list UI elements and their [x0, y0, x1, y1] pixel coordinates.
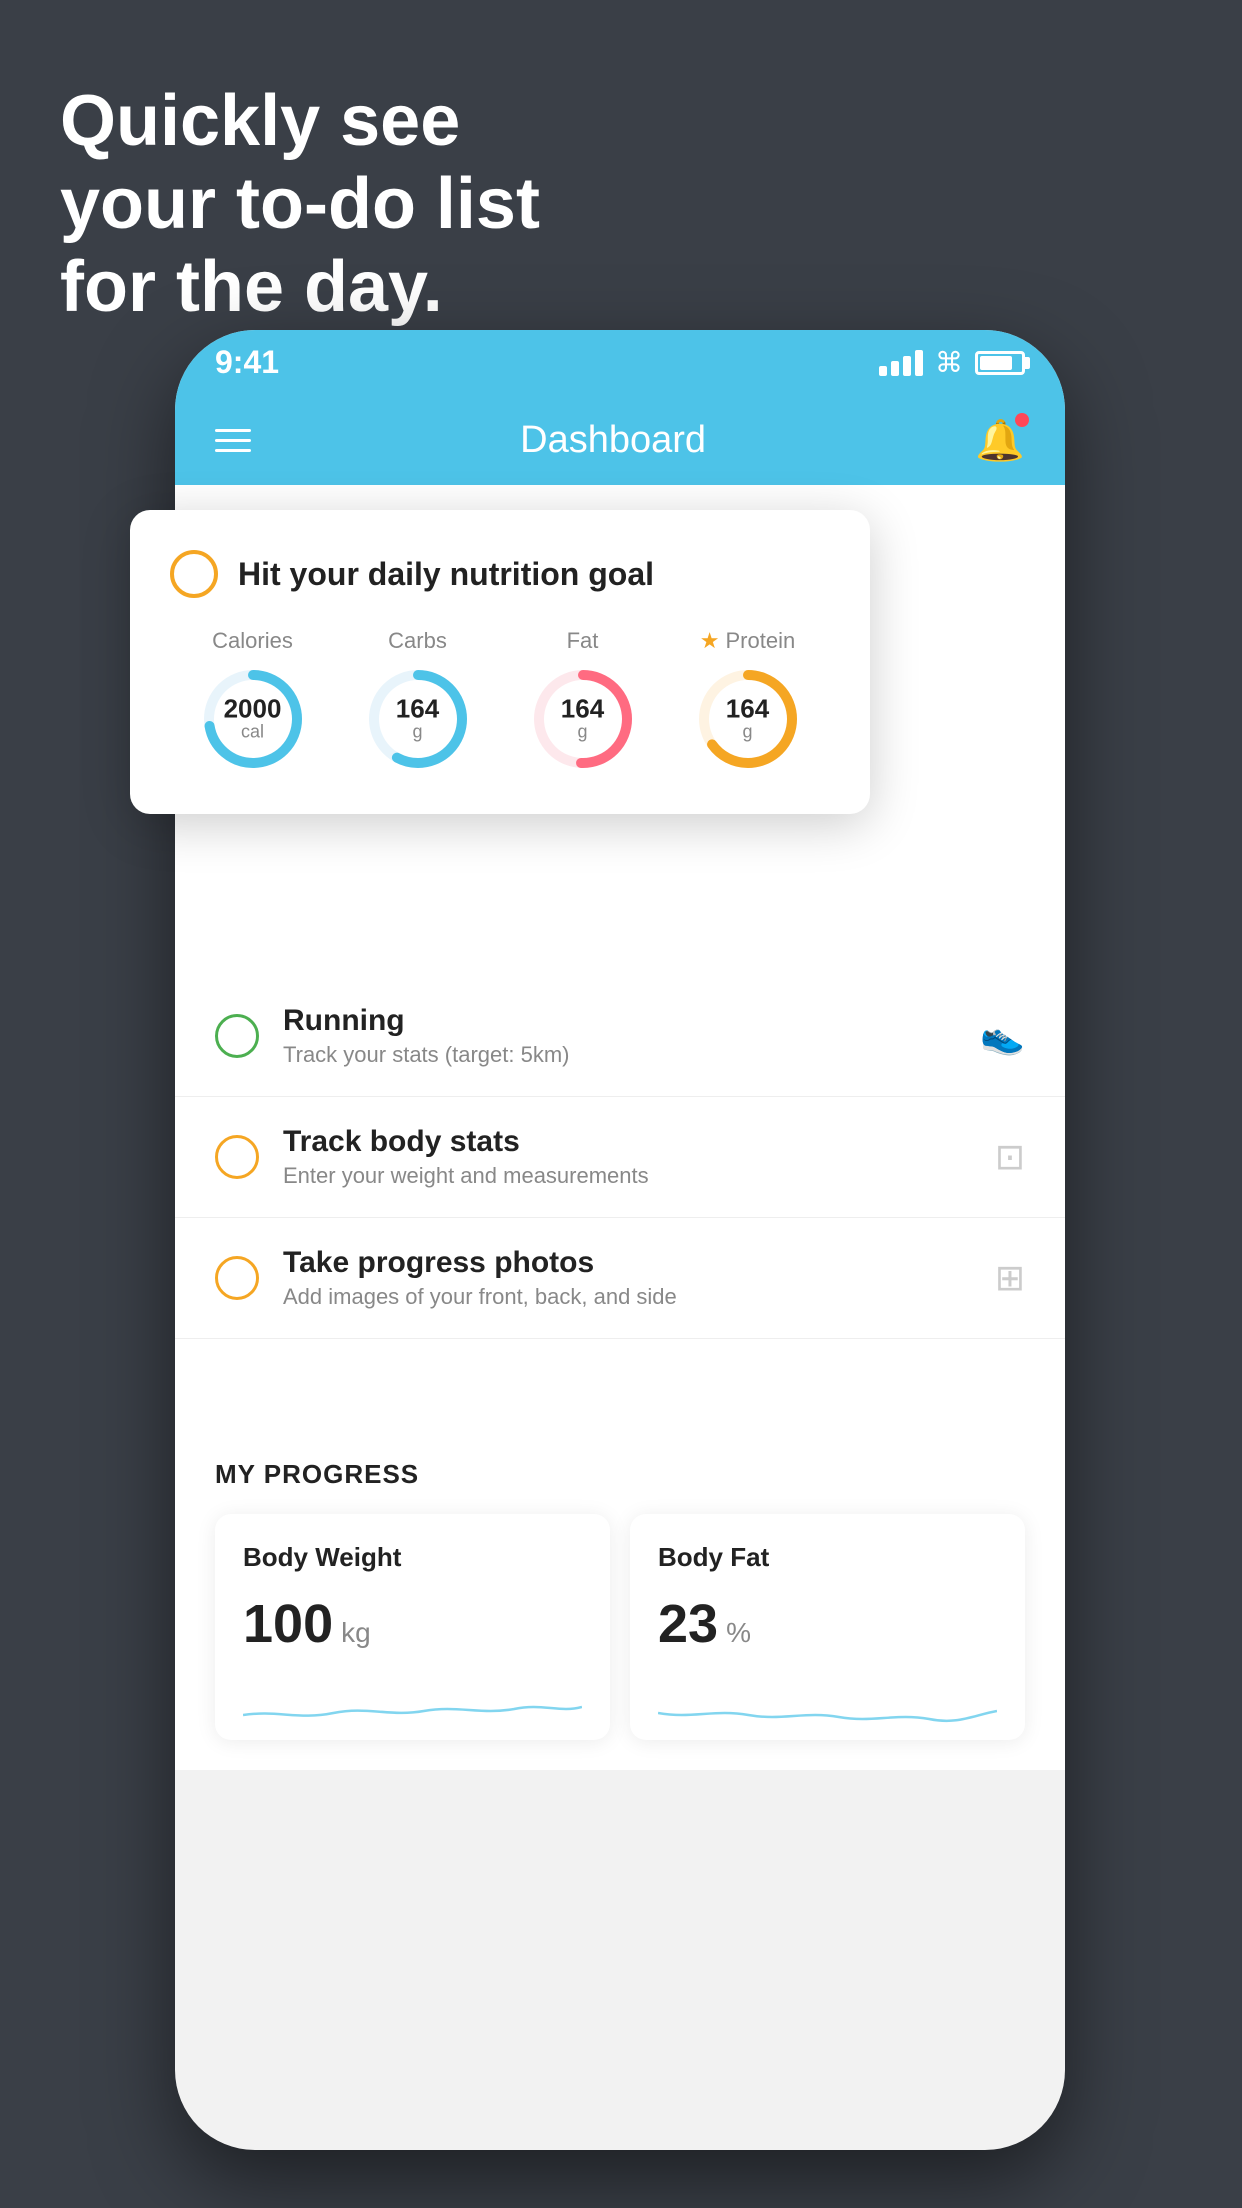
progress-section: MY PROGRESS Body Weight 100 kg Body Fat [175, 1419, 1065, 1770]
wave-chart-fat [658, 1675, 997, 1735]
nutrition-fat-label: Fat [567, 628, 599, 654]
notification-badge [1015, 413, 1029, 427]
donut-protein-value: 164 [726, 696, 769, 722]
donut-fat-unit: g [561, 722, 604, 743]
notification-button[interactable]: 🔔 [975, 417, 1025, 464]
todo-sub-photos: Add images of your front, back, and side [283, 1284, 971, 1310]
scale-icon: ⊡ [995, 1136, 1025, 1178]
progress-unit-fat: % [726, 1617, 751, 1649]
progress-cards: Body Weight 100 kg Body Fat 23 % [215, 1514, 1025, 1740]
donut-carbs-unit: g [396, 722, 439, 743]
donut-protein: 164 g [693, 664, 803, 774]
todo-circle-photos [215, 1256, 259, 1300]
nutrition-protein: ★ Protein 164 g [693, 628, 803, 774]
todo-item-running[interactable]: Running Track your stats (target: 5km) 👟 [175, 976, 1065, 1097]
todo-circle-running [215, 1014, 259, 1058]
nutrition-card: Hit your daily nutrition goal Calories 2… [130, 510, 870, 814]
todo-title-photos: Take progress photos [283, 1246, 971, 1280]
wave-chart-weight [243, 1675, 582, 1735]
card-title: Hit your daily nutrition goal [238, 556, 654, 593]
todo-title-running: Running [283, 1004, 956, 1038]
nutrition-protein-label: ★ Protein [700, 628, 795, 654]
running-icon: 👟 [980, 1015, 1025, 1057]
progress-value-weight-wrap: 100 kg [243, 1593, 582, 1655]
todo-title-bodystats: Track body stats [283, 1125, 971, 1159]
nutrition-fat: Fat 164 g [528, 628, 638, 774]
status-time: 9:41 [215, 344, 279, 381]
progress-card-weight[interactable]: Body Weight 100 kg [215, 1514, 610, 1740]
nutrition-calories-label: Calories [212, 628, 293, 654]
nutrition-carbs-label: Carbs [388, 628, 447, 654]
todo-list: Running Track your stats (target: 5km) 👟… [175, 976, 1065, 1339]
progress-card-fat-title: Body Fat [658, 1542, 997, 1573]
header-title: Dashboard [520, 419, 706, 462]
progress-unit-weight: kg [341, 1617, 371, 1649]
todo-text-photos: Take progress photos Add images of your … [283, 1246, 971, 1310]
todo-sub-running: Track your stats (target: 5km) [283, 1042, 956, 1068]
donut-carbs-center: 164 g [396, 696, 439, 743]
donut-calories-value: 2000 [224, 696, 282, 722]
photo-icon: ⊞ [995, 1257, 1025, 1299]
donut-fat: 164 g [528, 664, 638, 774]
donut-carbs: 164 g [363, 664, 473, 774]
card-check-circle [170, 550, 218, 598]
nutrition-calories: Calories 2000 cal [198, 628, 308, 774]
donut-fat-center: 164 g [561, 696, 604, 743]
todo-text-bodystats: Track body stats Enter your weight and m… [283, 1125, 971, 1189]
donut-protein-unit: g [726, 722, 769, 743]
progress-card-weight-title: Body Weight [243, 1542, 582, 1573]
progress-title: MY PROGRESS [215, 1459, 1025, 1490]
donut-carbs-value: 164 [396, 696, 439, 722]
app-headline: Quickly see your to-do list for the day. [60, 80, 540, 328]
todo-sub-bodystats: Enter your weight and measurements [283, 1163, 971, 1189]
progress-value-fat: 23 [658, 1593, 718, 1655]
progress-value-weight: 100 [243, 1593, 333, 1655]
todo-item-bodystats[interactable]: Track body stats Enter your weight and m… [175, 1097, 1065, 1218]
app-header: Dashboard 🔔 [175, 395, 1065, 485]
donut-calories-unit: cal [224, 722, 282, 743]
wifi-icon: ⌘ [935, 346, 963, 379]
progress-card-fat[interactable]: Body Fat 23 % [630, 1514, 1025, 1740]
donut-calories-center: 2000 cal [224, 696, 282, 743]
donut-fat-value: 164 [561, 696, 604, 722]
todo-circle-bodystats [215, 1135, 259, 1179]
menu-button[interactable] [215, 429, 251, 452]
nutrition-carbs: Carbs 164 g [363, 628, 473, 774]
todo-item-photos[interactable]: Take progress photos Add images of your … [175, 1218, 1065, 1339]
status-icons: ⌘ [879, 346, 1025, 379]
card-header: Hit your daily nutrition goal [170, 550, 830, 598]
todo-text-running: Running Track your stats (target: 5km) [283, 1004, 956, 1068]
star-icon: ★ [700, 628, 720, 654]
donut-protein-center: 164 g [726, 696, 769, 743]
progress-value-fat-wrap: 23 % [658, 1593, 997, 1655]
donut-calories: 2000 cal [198, 664, 308, 774]
nutrition-grid: Calories 2000 cal Carbs [170, 628, 830, 774]
battery-icon [975, 351, 1025, 375]
status-bar: 9:41 ⌘ [175, 330, 1065, 395]
signal-icon [879, 350, 923, 376]
